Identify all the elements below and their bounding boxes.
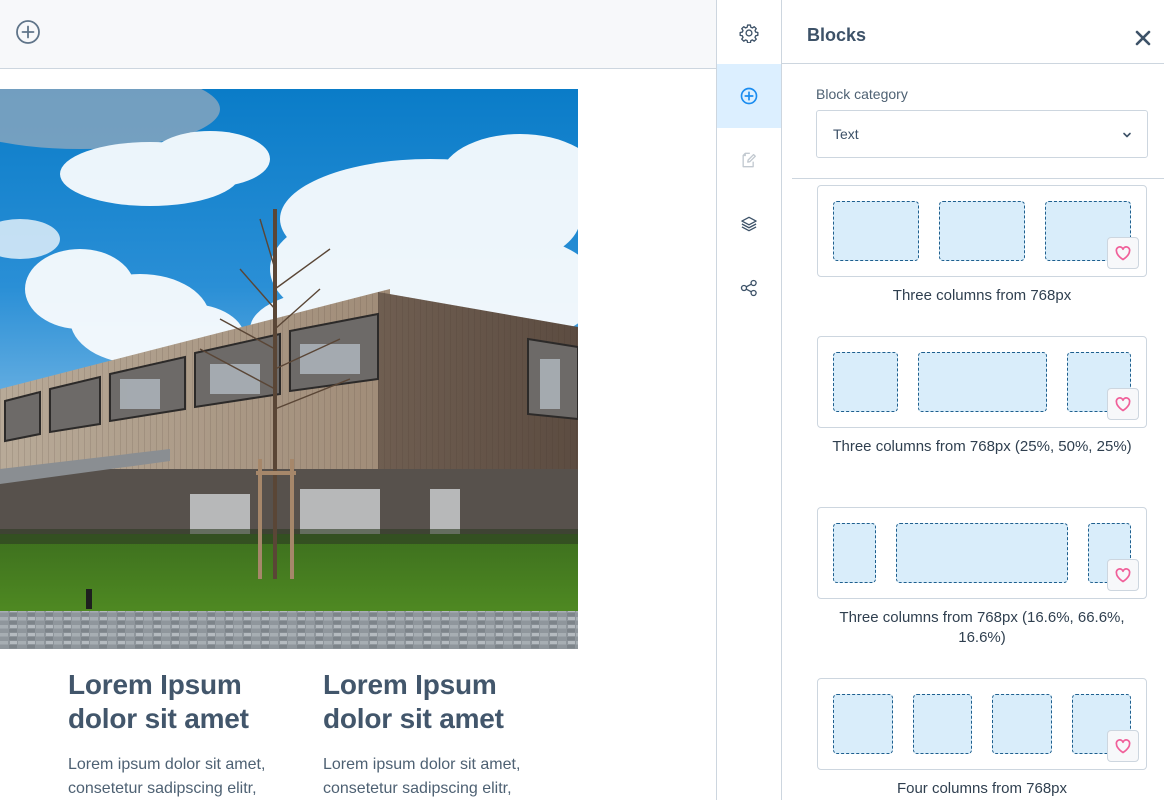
close-panel-button[interactable]: [1134, 29, 1152, 47]
block-item[interactable]: Three columns from 768px (16.6%, 66.6%, …: [817, 507, 1147, 648]
building-photo: [0, 89, 578, 649]
text-column-2[interactable]: Lorem Ipsum dolor sit amet Lorem ipsum d…: [323, 668, 553, 800]
edit-document-icon: [742, 152, 756, 168]
favorite-button[interactable]: [1107, 237, 1139, 269]
block-label: Three columns from 768px (16.6%, 66.6%, …: [839, 609, 1125, 646]
plus-circle-icon: [16, 20, 40, 44]
block-label: Four columns from 768px: [896, 780, 1068, 797]
block-item[interactable]: Four columns from 768px: [817, 678, 1147, 799]
rail-item-layers[interactable]: [717, 192, 781, 256]
sidebar-rail: [716, 0, 782, 800]
rail-item-share[interactable]: [717, 256, 781, 320]
column-placeholder: [918, 352, 1047, 412]
column-heading: Lorem Ipsum dolor sit amet: [323, 669, 504, 734]
column-placeholder: [833, 694, 893, 754]
chevron-down-icon: [1121, 129, 1133, 141]
block-list[interactable]: Three columns from 768px Three columns f…: [782, 179, 1164, 800]
canvas-toolbar: [0, 0, 716, 69]
block-item[interactable]: Three columns from 768px (25%, 50%, 25%): [817, 336, 1147, 457]
block-category-label: Block category: [816, 86, 908, 102]
block-category-value: Text: [833, 126, 859, 142]
block-preview[interactable]: [817, 185, 1147, 277]
favorite-button[interactable]: [1107, 559, 1139, 591]
rail-item-edit[interactable]: [717, 128, 781, 192]
column-heading: Lorem Ipsum dolor sit amet: [68, 669, 249, 734]
heart-icon: [1115, 246, 1131, 261]
blocks-panel: Blocks Block category Text Three columns…: [782, 0, 1164, 800]
editor-canvas: Lorem Ipsum dolor sit amet Lorem ipsum d…: [0, 0, 716, 800]
column-placeholder: [833, 352, 898, 412]
gear-icon: [739, 24, 759, 43]
block-label: Three columns from 768px: [892, 287, 1072, 304]
column-placeholder: [833, 523, 876, 583]
plus-circle-icon: [740, 87, 758, 105]
column-placeholder: [992, 694, 1052, 754]
panel-title: Blocks: [807, 25, 867, 45]
column-text: Lorem ipsum dolor sit amet, consetetur s…: [323, 756, 521, 797]
favorite-button[interactable]: [1107, 388, 1139, 420]
column-text: Lorem ipsum dolor sit amet, consetetur s…: [68, 756, 266, 797]
block-item[interactable]: Three columns from 768px: [817, 185, 1147, 306]
column-placeholder: [833, 201, 919, 261]
block-label: Three columns from 768px (25%, 50%, 25%): [832, 438, 1132, 455]
close-icon: [1135, 30, 1151, 46]
block-preview[interactable]: [817, 336, 1147, 428]
column-placeholder: [896, 523, 1068, 583]
favorite-button[interactable]: [1107, 730, 1139, 762]
heart-icon: [1115, 397, 1131, 412]
heart-icon: [1115, 739, 1131, 754]
rail-item-add-block[interactable]: [717, 64, 781, 128]
rail-item-settings[interactable]: [717, 1, 781, 65]
share-icon: [740, 279, 757, 297]
block-preview[interactable]: [817, 678, 1147, 770]
heart-icon: [1115, 568, 1131, 583]
layers-icon: [741, 216, 757, 232]
block-category-select[interactable]: Text: [816, 110, 1148, 158]
panel-header: Blocks: [782, 0, 1164, 64]
text-column-1[interactable]: Lorem Ipsum dolor sit amet Lorem ipsum d…: [68, 668, 298, 800]
column-placeholder: [939, 201, 1025, 261]
add-block-button[interactable]: [15, 19, 41, 45]
hero-image[interactable]: [0, 89, 578, 649]
column-placeholder: [913, 694, 972, 754]
block-preview[interactable]: [817, 507, 1147, 599]
